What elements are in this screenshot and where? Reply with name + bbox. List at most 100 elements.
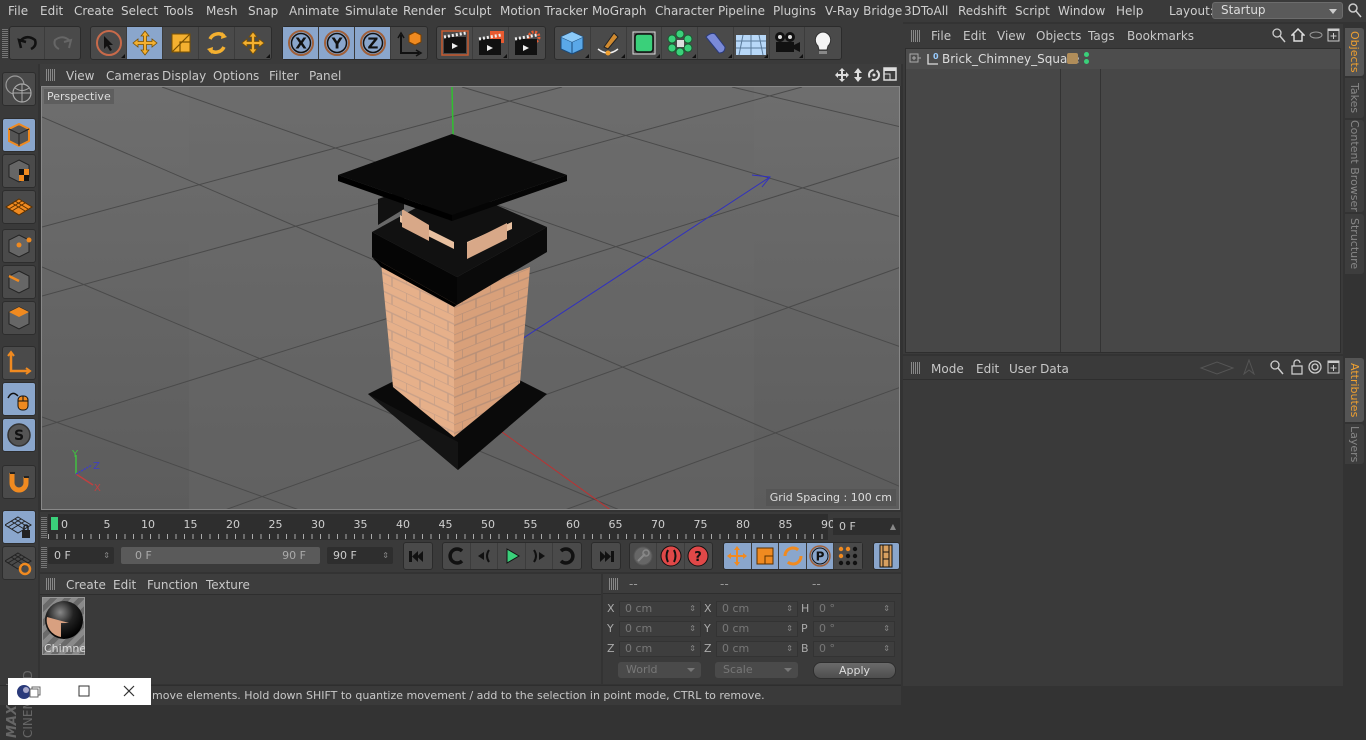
record-active-objects-button[interactable] bbox=[630, 543, 658, 569]
spinner-icon[interactable]: ⇕ bbox=[786, 642, 793, 656]
next-key-button[interactable] bbox=[553, 543, 581, 569]
deformer-button[interactable] bbox=[698, 27, 734, 59]
close-icon[interactable] bbox=[122, 684, 136, 698]
minimized-window-bar[interactable] bbox=[8, 678, 151, 705]
menu-3dtoall[interactable]: 3DToAll bbox=[904, 4, 948, 18]
maximize-icon[interactable] bbox=[78, 685, 90, 697]
attr-menu-user-data[interactable]: User Data bbox=[1009, 362, 1069, 376]
camera-button[interactable] bbox=[770, 27, 806, 59]
rotation-field[interactable]: 0 ° ⇕ bbox=[813, 621, 895, 637]
up-arrow-icon[interactable] bbox=[1243, 359, 1255, 375]
size-mode-dropdown[interactable]: Scale bbox=[715, 662, 798, 678]
menu-character[interactable]: Character bbox=[655, 4, 714, 18]
floor-button[interactable] bbox=[734, 27, 770, 59]
spinner-icon[interactable]: ⇕ bbox=[786, 602, 793, 616]
menu-sculpt[interactable]: Sculpt bbox=[454, 4, 491, 18]
rotation-field[interactable]: 0 ° ⇕ bbox=[813, 641, 895, 657]
timeline-window-button[interactable] bbox=[873, 542, 900, 570]
keyframe-selection-button[interactable]: ? bbox=[685, 543, 712, 569]
planar-workplane-button[interactable] bbox=[2, 546, 36, 580]
render-to-picture-viewer-button[interactable] bbox=[473, 27, 509, 59]
spinner-icon[interactable]: ⇕ bbox=[689, 622, 696, 636]
rotate-view-icon[interactable] bbox=[867, 68, 881, 82]
layout-dropdown[interactable]: Startup bbox=[1212, 2, 1343, 19]
material-swatch[interactable]: Chimney bbox=[42, 597, 85, 655]
spinner-icon[interactable]: ⇕ bbox=[883, 602, 890, 616]
goto-start-button[interactable] bbox=[403, 542, 433, 570]
spinner-icon[interactable]: ⇕ bbox=[883, 642, 890, 656]
previous-key-button[interactable] bbox=[443, 543, 471, 569]
zoom-view-icon[interactable] bbox=[851, 68, 865, 82]
cloner-button[interactable] bbox=[662, 27, 698, 59]
points-mode-button[interactable] bbox=[2, 229, 36, 263]
3d-viewport[interactable]: Y X Z Perspective Grid Spacing : 100 cm bbox=[41, 86, 900, 510]
apply-button[interactable]: Apply bbox=[813, 662, 896, 679]
viewport-menu-filter[interactable]: Filter bbox=[269, 69, 299, 83]
viewport-menu-display[interactable]: Display bbox=[162, 69, 206, 83]
scale-key-button[interactable] bbox=[752, 543, 780, 569]
menu-window[interactable]: Window bbox=[1058, 4, 1105, 18]
play-button[interactable] bbox=[498, 543, 526, 569]
workplane-mode-button[interactable] bbox=[2, 190, 36, 224]
previous-frame-button[interactable] bbox=[471, 543, 499, 569]
position-field[interactable]: 0 cm ⇕ bbox=[619, 641, 701, 657]
live-selection-button[interactable] bbox=[91, 27, 127, 59]
goto-end-button[interactable] bbox=[591, 542, 621, 570]
autokeying-button[interactable] bbox=[657, 543, 685, 569]
panel-grip[interactable] bbox=[911, 30, 921, 42]
object-menu-objects[interactable]: Objects bbox=[1036, 29, 1081, 43]
object-menu-bookmarks[interactable]: Bookmarks bbox=[1127, 29, 1194, 43]
end-frame-field[interactable]: 90 F ⇕ bbox=[327, 547, 393, 564]
current-frame-field[interactable]: 0 F ▲ bbox=[833, 518, 900, 535]
position-field[interactable]: 0 cm ⇕ bbox=[619, 601, 701, 617]
menu-script[interactable]: Script bbox=[1015, 4, 1050, 18]
search-icon[interactable] bbox=[1272, 28, 1286, 43]
menu-help[interactable]: Help bbox=[1116, 4, 1143, 18]
maximize-view-icon[interactable] bbox=[883, 67, 897, 81]
pen-spline-button[interactable] bbox=[591, 27, 627, 59]
menu-snap[interactable]: Snap bbox=[248, 4, 278, 18]
panel-grip[interactable] bbox=[46, 578, 56, 590]
tab-layers[interactable]: Layers bbox=[1345, 424, 1364, 464]
coordinate-mode-dropdown[interactable]: World bbox=[618, 662, 701, 678]
start-frame-field[interactable]: 0 F ⇕ bbox=[48, 547, 114, 564]
model-mode-button[interactable] bbox=[2, 118, 36, 152]
viewport-menu-panel[interactable]: Panel bbox=[309, 69, 341, 83]
menu-animate[interactable]: Animate bbox=[289, 4, 339, 18]
menu-file[interactable]: File bbox=[8, 4, 28, 18]
menu-render[interactable]: Render bbox=[403, 4, 446, 18]
scale-tool-button[interactable] bbox=[163, 27, 199, 59]
pan-view-icon[interactable] bbox=[835, 68, 849, 82]
locked-workplane-button[interactable] bbox=[2, 510, 36, 544]
attr-menu-mode[interactable]: Mode bbox=[931, 362, 964, 376]
position-key-button[interactable] bbox=[724, 543, 752, 569]
timeline-grip[interactable] bbox=[41, 516, 47, 538]
tweak-mode-button[interactable] bbox=[2, 382, 36, 416]
spinner-icon[interactable]: ⇕ bbox=[883, 622, 890, 636]
attr-menu-edit[interactable]: Edit bbox=[976, 362, 999, 376]
size-field[interactable]: 0 cm ⇕ bbox=[716, 621, 798, 637]
snapping-button[interactable]: S bbox=[2, 418, 36, 452]
tab-objects[interactable]: Objects bbox=[1345, 28, 1364, 76]
size-field[interactable]: 0 cm ⇕ bbox=[716, 601, 798, 617]
rotate-tool-button[interactable] bbox=[199, 27, 235, 59]
object-row[interactable]: 0 Brick_Chimney_Square bbox=[906, 49, 1340, 69]
cube-button[interactable] bbox=[555, 27, 591, 59]
menu-create[interactable]: Create bbox=[74, 4, 114, 18]
redo-button[interactable] bbox=[45, 27, 80, 59]
next-frame-button[interactable] bbox=[526, 543, 554, 569]
material-menu-edit[interactable]: Edit bbox=[113, 578, 136, 592]
panel-grip[interactable] bbox=[609, 578, 619, 590]
viewport-menu-options[interactable]: Options bbox=[213, 69, 259, 83]
undo-button[interactable] bbox=[10, 27, 46, 59]
eye-icon[interactable] bbox=[1309, 30, 1323, 40]
light-button[interactable] bbox=[805, 27, 841, 59]
object-menu-view[interactable]: View bbox=[997, 29, 1025, 43]
object-menu-file[interactable]: File bbox=[931, 29, 951, 43]
search-icon[interactable] bbox=[1270, 360, 1284, 375]
x-axis-lock-button[interactable]: X bbox=[283, 27, 319, 59]
rotation-key-button[interactable] bbox=[779, 543, 807, 569]
texture-mode-button[interactable] bbox=[2, 154, 36, 188]
parameter-key-button[interactable]: P bbox=[807, 543, 835, 569]
move-tool-button[interactable] bbox=[127, 27, 163, 59]
